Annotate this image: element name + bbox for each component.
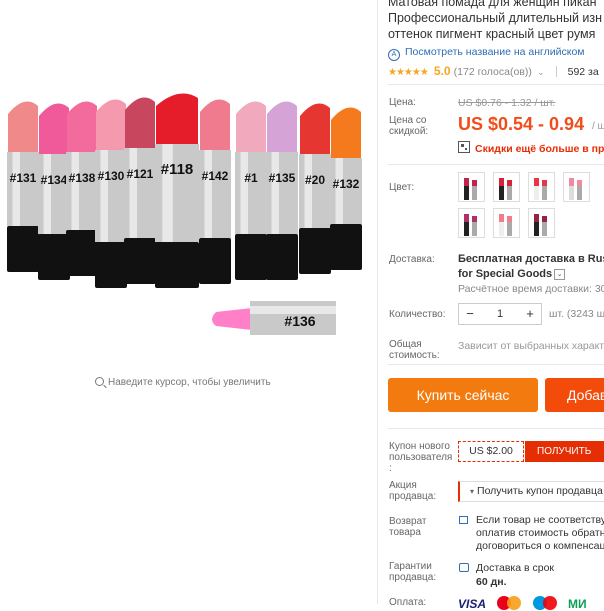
coupon-value: US $2.00 [458,441,524,462]
quantity-label: Количество: [389,309,446,320]
lipstick-item: #142 [199,99,231,284]
orders-count: 592 за [567,66,599,78]
sale-price: US $0.54 - 0.94 [458,114,585,134]
price-unit: / ш [592,121,604,132]
shipping-line: for Special Goods [458,268,553,280]
lipstick-item: #130 [95,99,127,288]
app-discount-link[interactable]: Скидки ещё больше в прил [458,140,604,155]
seller-promo-label: Акция продавца: [389,480,437,502]
color-swatch[interactable] [528,208,555,238]
color-swatch[interactable] [493,208,520,238]
return-icon [459,516,468,524]
get-coupon-button[interactable]: ПОЛУЧИТЬ [525,441,604,462]
color-swatch[interactable] [458,208,485,238]
shade-label: #121 [127,167,154,181]
quantity-input[interactable]: 1 [481,304,519,324]
quantity-stepper: − 1 + [458,303,542,325]
seller-coupon-select[interactable]: ▾ Получить купон продавца [458,481,604,502]
shipping-label: Доставка: [389,254,435,265]
rating-row: ★★★★★ 5.0 (172 голоса(ов)) ⌄ 592 за [388,64,599,78]
product-title-line: Профессиональный длительный изн [388,11,603,25]
shade-label: #135 [269,171,296,185]
chevron-down-icon[interactable]: ⌄ [554,269,566,280]
rating-stars: ★★★★★ [388,67,429,78]
chevron-down-icon[interactable]: ⌄ [537,67,545,77]
translate-icon: A [388,49,400,61]
divider [388,428,604,429]
lipstick-item: #1 [235,101,267,280]
shade-label: #134 [41,173,68,187]
color-label: Цвет: [389,182,415,193]
divider [388,164,604,165]
product-title-line: оттенок пигмент красный цвет румя [388,27,596,41]
magnifier-icon [95,377,104,386]
price-label: Цена: [389,97,416,108]
divider [388,84,604,85]
lipstick-item: #132 [330,107,362,270]
panel-divider [377,0,378,604]
shade-label: #1 [244,171,258,185]
product-title-line: Матовая помада для женщин пикан [388,0,597,9]
total-note: Зависит от выбранных характ [458,340,604,352]
payment-methods: VISA МИ [458,594,587,611]
estimated-delivery: Расчётное время доставки: 30 [458,283,604,295]
shade-label: #118 [161,161,194,178]
product-image[interactable]: #131 #134 #138 #130 #121 #118 #142 #1 #135 #20 #13… [4,86,370,350]
shade-label: #142 [202,169,229,183]
stock-info: шт. (3243 ш [549,308,604,320]
mastercard-logo [497,596,523,610]
shade-label: #130 [98,169,125,183]
divider [388,364,604,365]
guarantee-info: Доставка в срок 60 дн. [476,562,555,588]
increase-quantity-button[interactable]: + [519,304,541,324]
color-swatch[interactable] [563,172,590,202]
discount-price-label: Цена со скидкой: [389,115,429,137]
shipping-line: Бесплатная доставка в Russi [458,253,604,265]
lipstick-item: #118 [155,93,199,288]
product-gallery: #131 #134 #138 #130 #121 #118 #142 #1 #135 #20 #13… [0,0,378,604]
maestro-logo [532,596,559,610]
payment-label: Оплата: [389,597,427,608]
visa-logo: VISA [458,597,487,611]
add-to-cart-button[interactable]: Добав [545,378,604,412]
returns-label: Возврат товара [389,516,427,538]
divider [555,66,557,77]
lipstick-item: #131 [7,101,39,272]
color-swatch[interactable] [493,172,520,202]
mir-logo: МИ [568,597,587,611]
shade-label: #131 [10,171,37,185]
lipstick-item: #138 [66,101,98,276]
total-label: Общая стоимость: [389,339,440,361]
buy-now-button[interactable]: Купить сейчас [388,378,538,412]
old-price: US $0.76 - 1.32 / шт. [458,97,556,109]
votes-link[interactable]: (172 голоса(ов)) [454,66,532,78]
qr-code-icon [458,141,470,153]
lipstick-item: #121 [124,97,156,284]
shade-label: #138 [69,171,96,185]
lipstick-item: #136 [212,301,336,335]
lipstick-item: #20 [299,103,331,274]
shade-label: #136 [284,313,315,329]
returns-info: Если товар не соответствуе оплатив стоим… [476,514,604,552]
lipstick-item: #134 [38,103,70,280]
chevron-down-icon: ▾ [470,487,475,496]
decrease-quantity-button[interactable]: − [459,304,481,324]
color-swatch[interactable] [458,172,485,202]
lipstick-item: #135 [266,101,298,280]
new-user-coupon-label: Купон нового пользователя : [389,441,453,474]
guarantee-label: Гарантии продавца: [389,561,437,583]
shade-label: #132 [333,177,360,191]
rating-value: 5.0 [433,64,451,78]
shipping-option[interactable]: Бесплатная доставка в Russi for Special … [458,252,604,282]
shield-icon [459,563,469,572]
color-swatch[interactable] [528,172,555,202]
shade-label: #20 [305,173,325,187]
translate-title-link[interactable]: A Посмотреть название на английском [388,46,585,61]
zoom-hint: Наведите курсор, чтобы увеличить [95,376,271,388]
